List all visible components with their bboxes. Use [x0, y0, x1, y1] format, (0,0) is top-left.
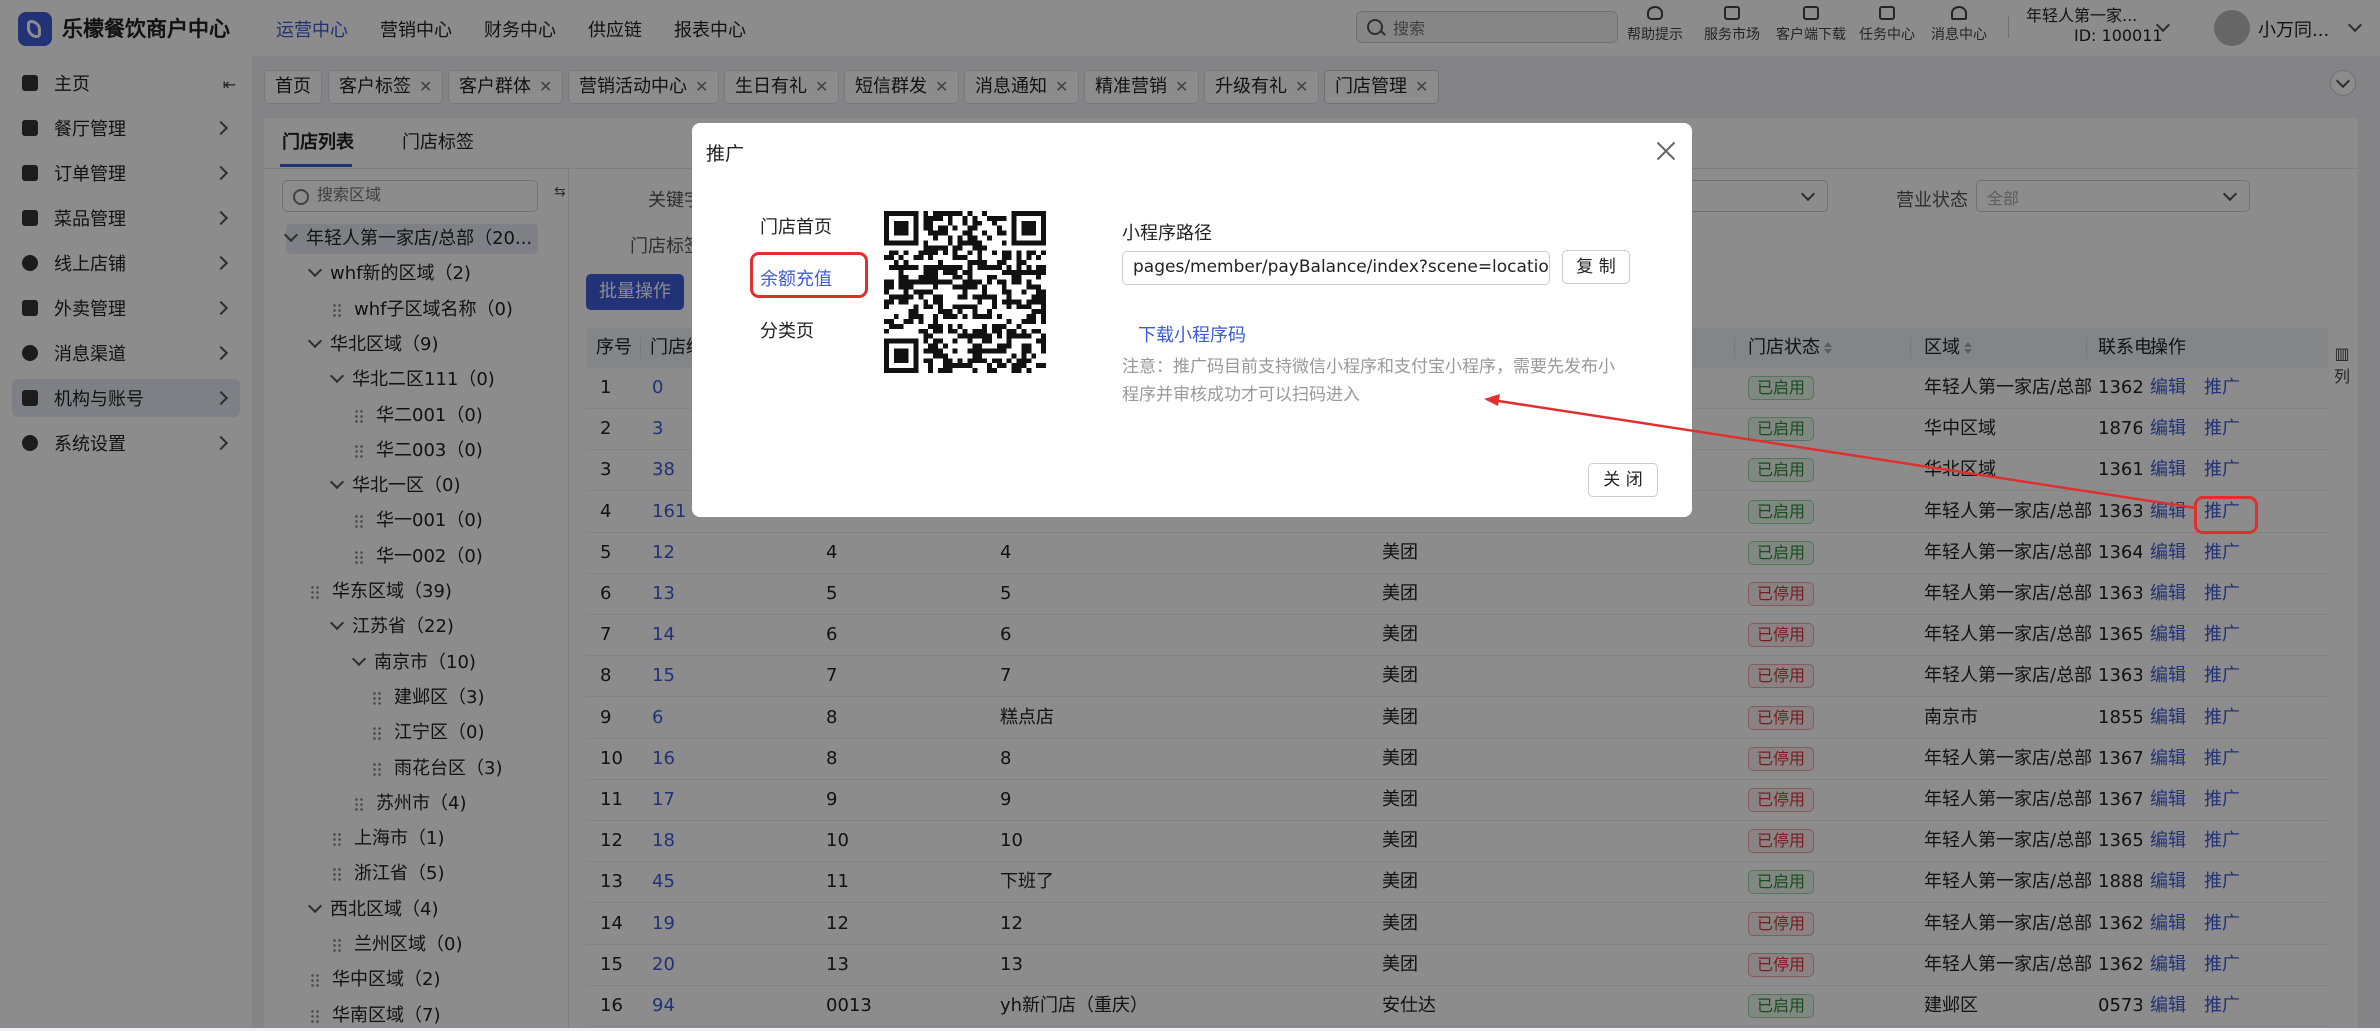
copy-button[interactable]: 复 制	[1562, 250, 1630, 284]
annotation-highlight	[2194, 496, 2258, 534]
close-icon[interactable]	[1656, 141, 1676, 161]
path-label: 小程序路径	[1122, 223, 1212, 244]
path-value: pages/member/payBalance/index?scene=loca…	[1133, 257, 1550, 277]
qr-code-image	[884, 211, 1046, 373]
promotion-note: 注意：推广码目前支持微信小程序和支付宝小程序，需要先发布小程序并审核成功才可以扫…	[1122, 357, 1615, 405]
promotion-dialog: 推广 门店首页 余额充值 分类页 小程序路径 pages/member/payB…	[692, 123, 1692, 517]
download-qr-link[interactable]: 下载小程序码	[1138, 321, 1246, 347]
menu-store-home[interactable]: 门店首页	[760, 213, 832, 239]
dialog-title: 推广	[706, 143, 745, 165]
close-button[interactable]: 关 闭	[1588, 463, 1658, 497]
annotation-highlight	[750, 252, 868, 298]
menu-category-page[interactable]: 分类页	[760, 317, 814, 343]
path-field[interactable]: pages/member/payBalance/index?scene=loca…	[1122, 251, 1550, 285]
